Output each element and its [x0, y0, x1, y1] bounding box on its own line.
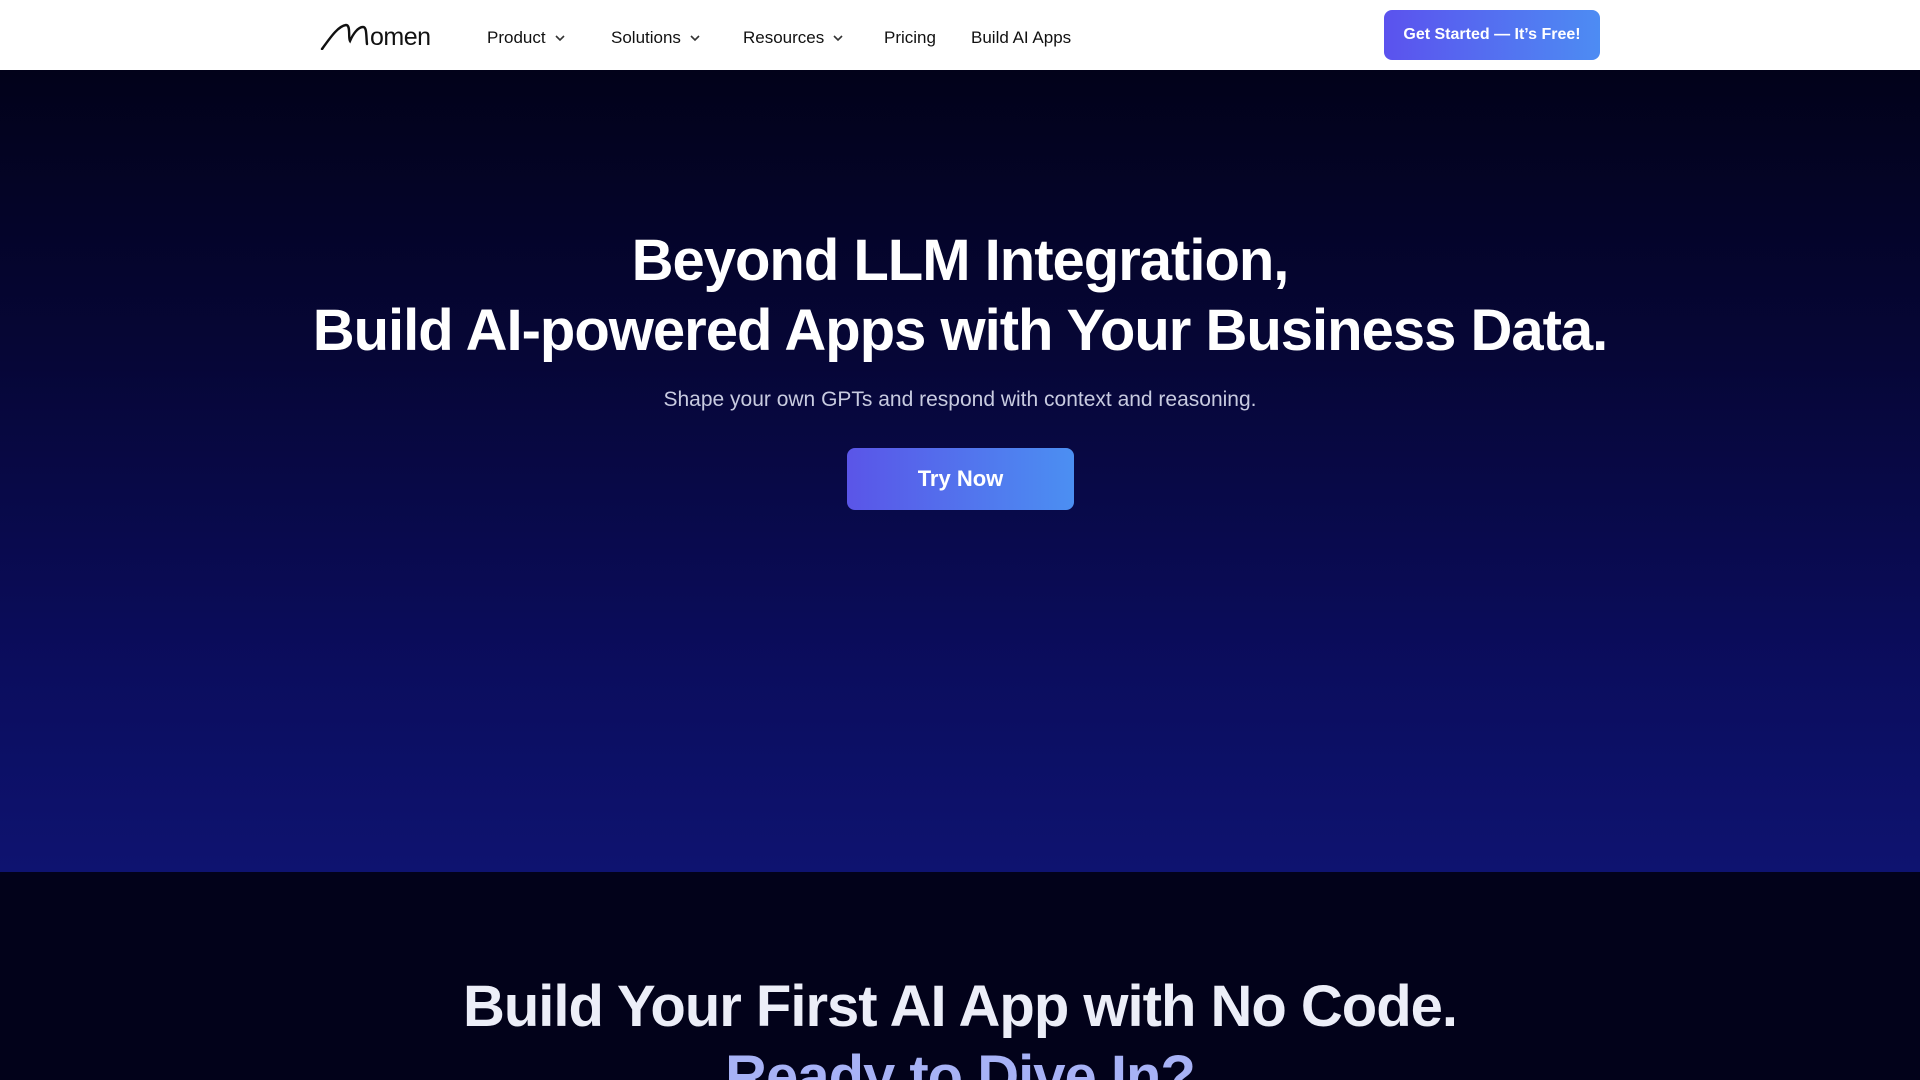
nav-item-label: Solutions: [611, 28, 681, 47]
chevron-down-icon: [690, 35, 700, 42]
section-title-line1: Build Your First AI App with No Code.: [462, 974, 1458, 1039]
nav-item-resources[interactable]: Resources: [743, 26, 844, 50]
logo-wordmark: omen: [370, 23, 431, 51]
get-started-button[interactable]: Get Started — It’s Free!: [1384, 10, 1600, 60]
nav-item-build-ai-apps[interactable]: Build AI Apps: [971, 26, 1071, 50]
nav-item-label: Resources: [743, 28, 825, 47]
hero-subtitle: Shape your own GPTs and respond with con…: [663, 388, 1257, 411]
chevron-down-icon: [833, 35, 843, 42]
top-navigation-bar: omen Product Solutions Resources Pricing…: [0, 0, 1920, 70]
m-script-logo-icon: [320, 23, 369, 50]
nav-item-solutions[interactable]: Solutions: [611, 26, 701, 50]
nav-item-label: Build AI Apps: [971, 28, 1072, 47]
nav-item-product[interactable]: Product: [487, 26, 566, 50]
hero-section: Beyond LLM Integration, Build AI-powered…: [0, 70, 1920, 872]
section-title-line2: Ready to Dive In?: [725, 1044, 1196, 1080]
nav-item-label: Pricing: [884, 28, 936, 47]
hero-title-line1: Beyond LLM Integration,: [631, 228, 1290, 293]
nav-item-label: Product: [487, 28, 546, 47]
try-now-button[interactable]: Try Now: [847, 448, 1074, 510]
hero-title-line2: Build AI-powered Apps with Your Business…: [312, 298, 1609, 363]
momen-logo[interactable]: omen: [320, 20, 431, 50]
build-first-app-section: Build Your First AI App with No Code. Re…: [0, 872, 1920, 1080]
nav-item-pricing[interactable]: Pricing: [884, 26, 936, 50]
chevron-down-icon: [555, 35, 565, 42]
